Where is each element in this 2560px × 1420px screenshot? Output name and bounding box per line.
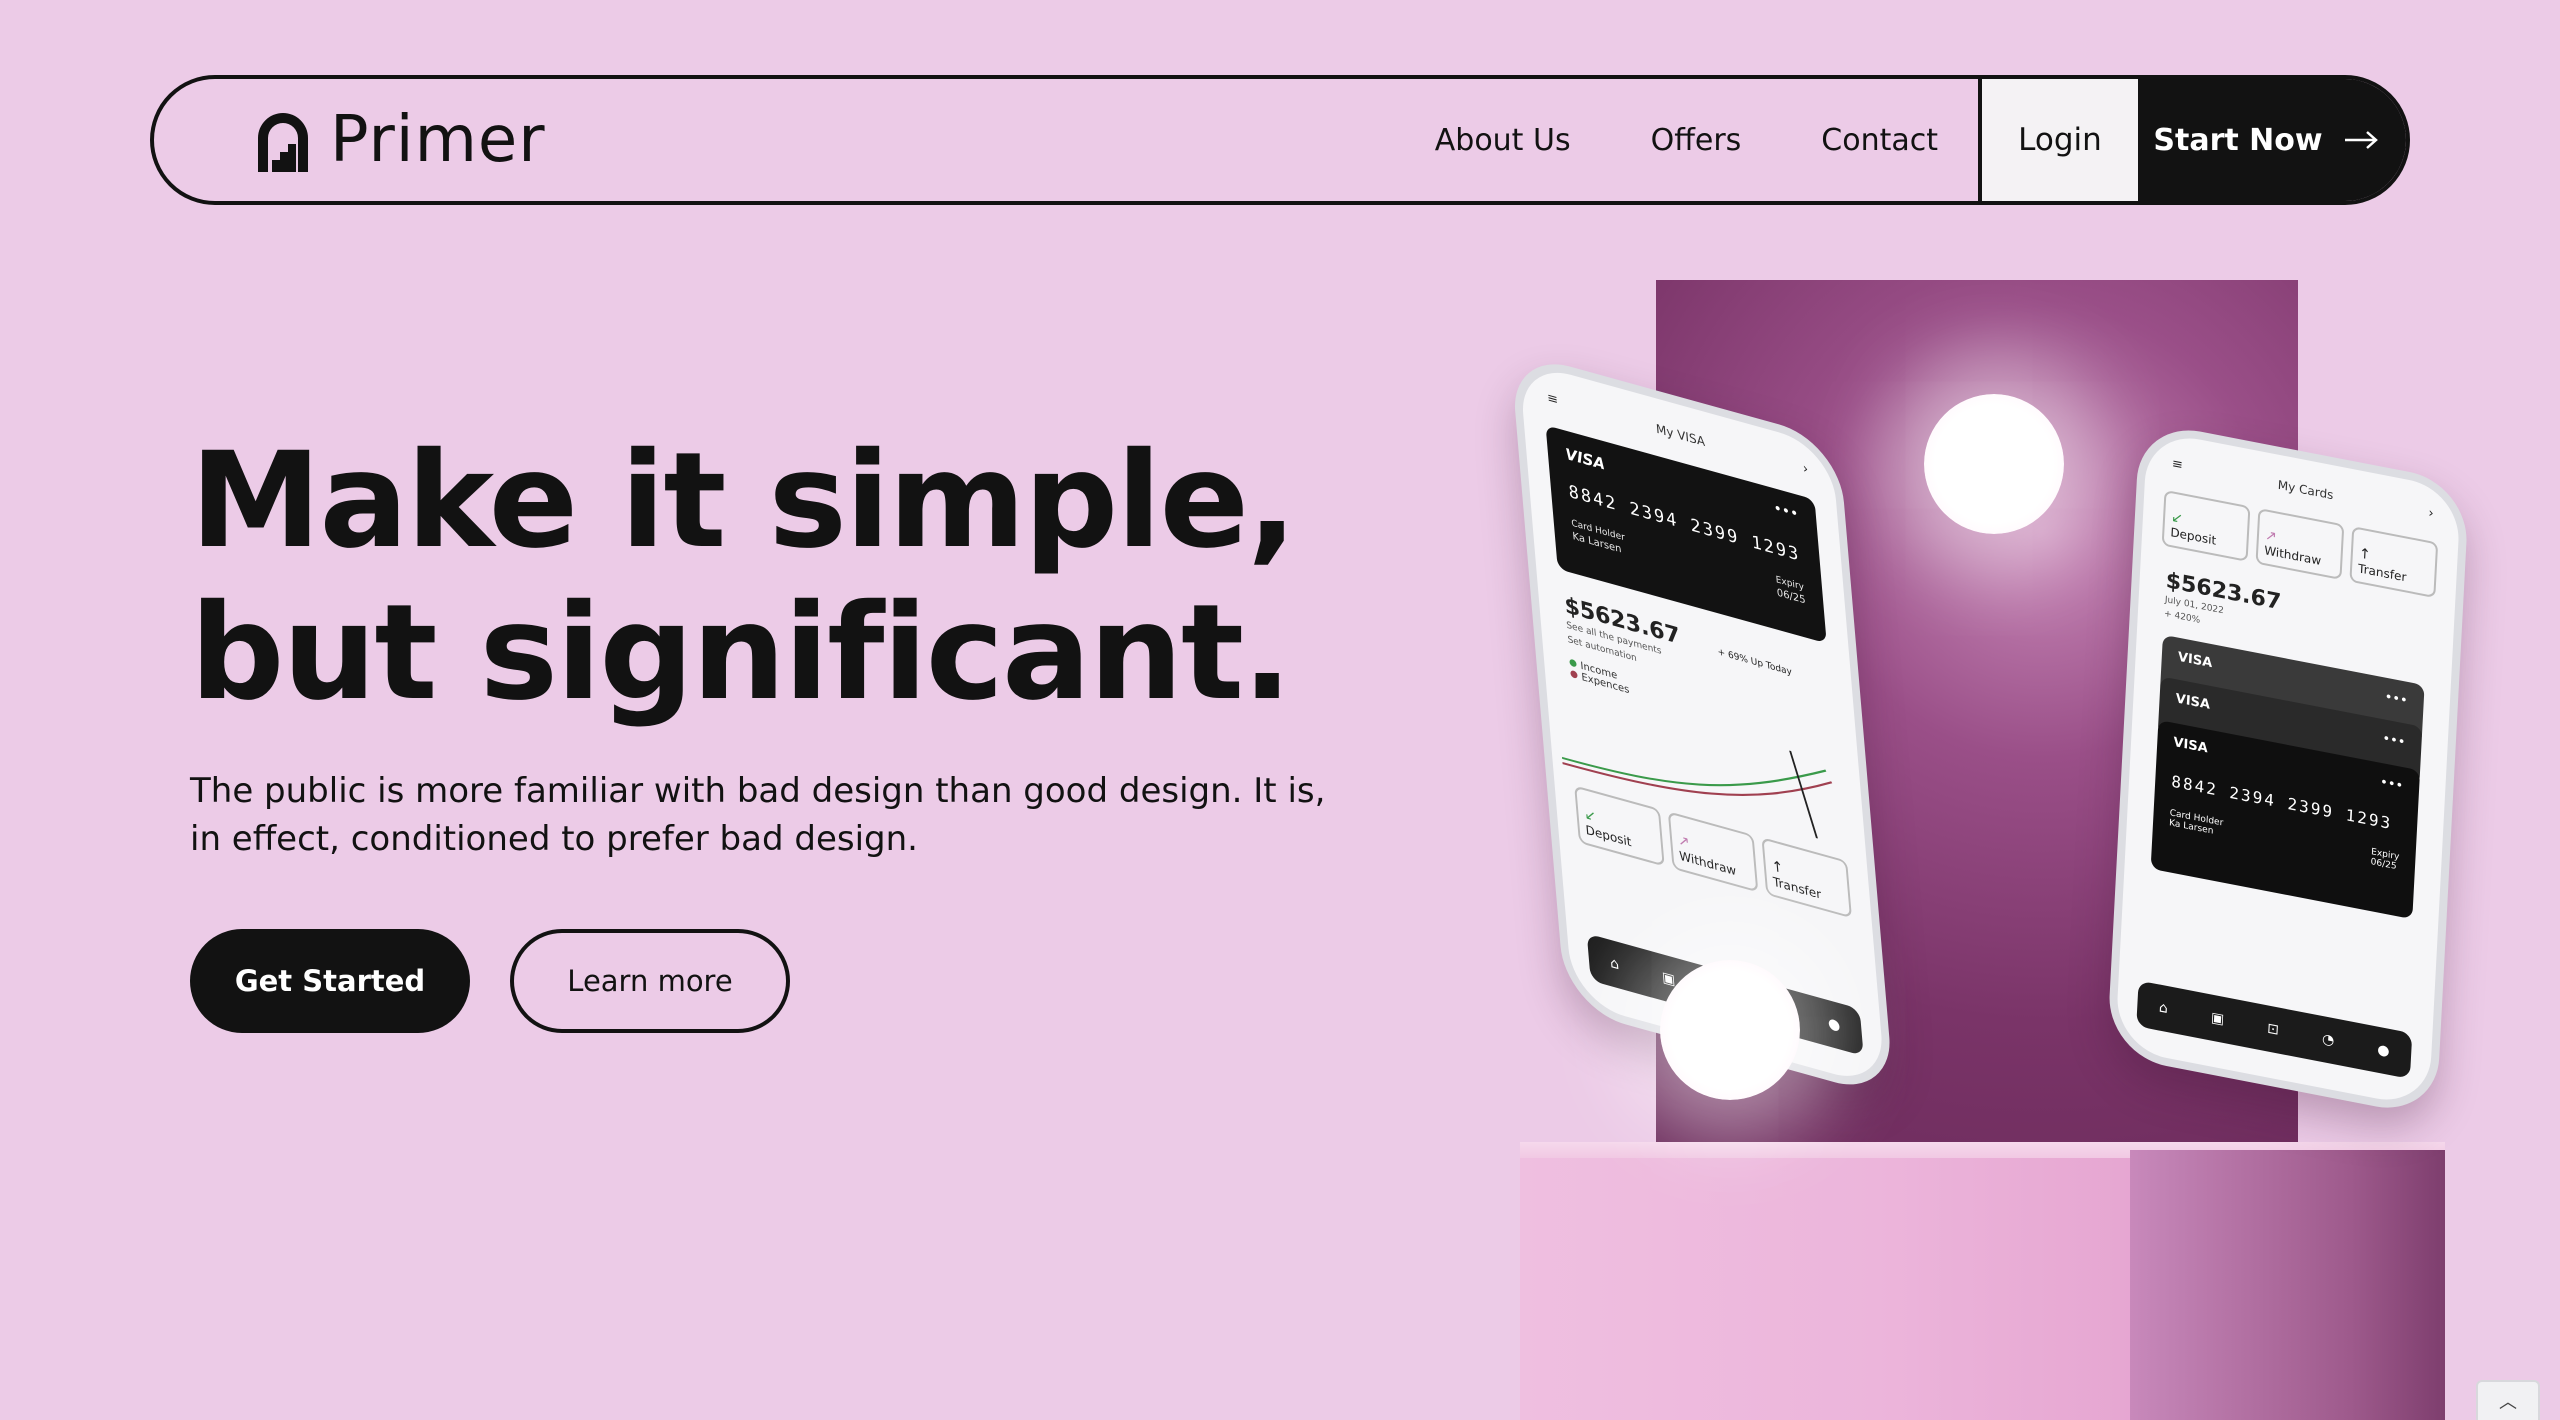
- phone-title: My Cards: [2277, 477, 2334, 502]
- more-icon: •••: [2384, 689, 2408, 709]
- light-orb-bottom: [1660, 960, 1800, 1100]
- deposit-button[interactable]: ↙ Deposit: [2161, 489, 2251, 562]
- login-label: Login: [2018, 122, 2102, 158]
- navbar: Primer About Us Offers Contact Login Sta…: [150, 75, 2410, 205]
- chevron-right-icon: ›: [1802, 460, 1809, 478]
- brand[interactable]: Primer: [154, 79, 1435, 201]
- menu-icon: ≡: [1546, 390, 1559, 409]
- pedestal-front: [1520, 1158, 2170, 1420]
- home-icon[interactable]: ⌂: [1609, 955, 1619, 974]
- scan-icon[interactable]: ⊡: [2267, 1020, 2280, 1038]
- transfer-button[interactable]: ↑ Transfer: [2349, 526, 2439, 599]
- chevron-up-icon: ︿: [2499, 1392, 2517, 1413]
- hero-illustration: ≡ My VISA › VISA ••• 8842 2394 2399 1293…: [1480, 270, 2560, 1420]
- nav-links: About Us Offers Contact: [1435, 79, 1978, 201]
- wallet-icon[interactable]: ▣: [2211, 1010, 2225, 1028]
- phone-title: My VISA: [1655, 420, 1706, 449]
- card-stack: VISA ••• VISA ••• VISA ••• 8842 2394 2399 1…: [2150, 634, 2425, 933]
- withdraw-button[interactable]: ↗ Withdraw: [2255, 507, 2345, 581]
- user-icon[interactable]: ●: [2377, 1042, 2390, 1060]
- learn-more-button[interactable]: Learn more: [510, 929, 790, 1033]
- scroll-to-top-button[interactable]: ︿: [2476, 1380, 2540, 1420]
- user-icon[interactable]: ●: [1827, 1015, 1841, 1035]
- phone-my-cards: ≡ My Cards › ↙ Deposit ↗ Withdraw ↑ Transfe…: [2106, 420, 2470, 1119]
- hero-title-line-1: Make it simple,: [190, 424, 1297, 578]
- arrow-right-icon: [2344, 123, 2379, 158]
- card-brand: VISA: [2173, 734, 2209, 757]
- menu-icon: ≡: [2171, 456, 2184, 474]
- card-brand: VISA: [2177, 649, 2213, 672]
- home-icon[interactable]: ⌂: [2159, 1000, 2169, 1018]
- more-icon: •••: [2382, 731, 2406, 751]
- hero-title: Make it simple, but significant.: [190, 424, 1297, 730]
- hero-title-line-2: but significant.: [190, 576, 1292, 730]
- transfer-button[interactable]: ↑ Transfer: [1761, 837, 1852, 919]
- deposit-button[interactable]: ↙ Deposit: [1574, 785, 1665, 867]
- nav-link-offers[interactable]: Offers: [1651, 123, 1742, 158]
- start-now-button[interactable]: Start Now: [2138, 79, 2406, 201]
- chevron-right-icon: ›: [2428, 505, 2435, 522]
- hero-subtitle: The public is more familiar with bad des…: [190, 771, 1326, 859]
- withdraw-button[interactable]: ↗ Withdraw: [1667, 811, 1759, 893]
- start-now-label: Start Now: [2153, 122, 2323, 158]
- brand-name: Primer: [330, 103, 546, 177]
- light-orb-top: [1924, 394, 2064, 534]
- more-icon: •••: [2379, 774, 2404, 795]
- pedestal-side: [2130, 1150, 2445, 1420]
- login-button[interactable]: Login: [1978, 79, 2138, 201]
- card-brand: VISA: [2175, 691, 2211, 713]
- nav-link-contact[interactable]: Contact: [1821, 123, 1938, 158]
- tab-bar: ⌂ ▣ ⊡ ◔ ●: [2136, 980, 2413, 1079]
- brand-logo-icon: [254, 108, 312, 172]
- pie-icon[interactable]: ◔: [2322, 1031, 2335, 1049]
- get-started-button[interactable]: Get Started: [190, 929, 470, 1033]
- nav-link-about-us[interactable]: About Us: [1435, 123, 1571, 158]
